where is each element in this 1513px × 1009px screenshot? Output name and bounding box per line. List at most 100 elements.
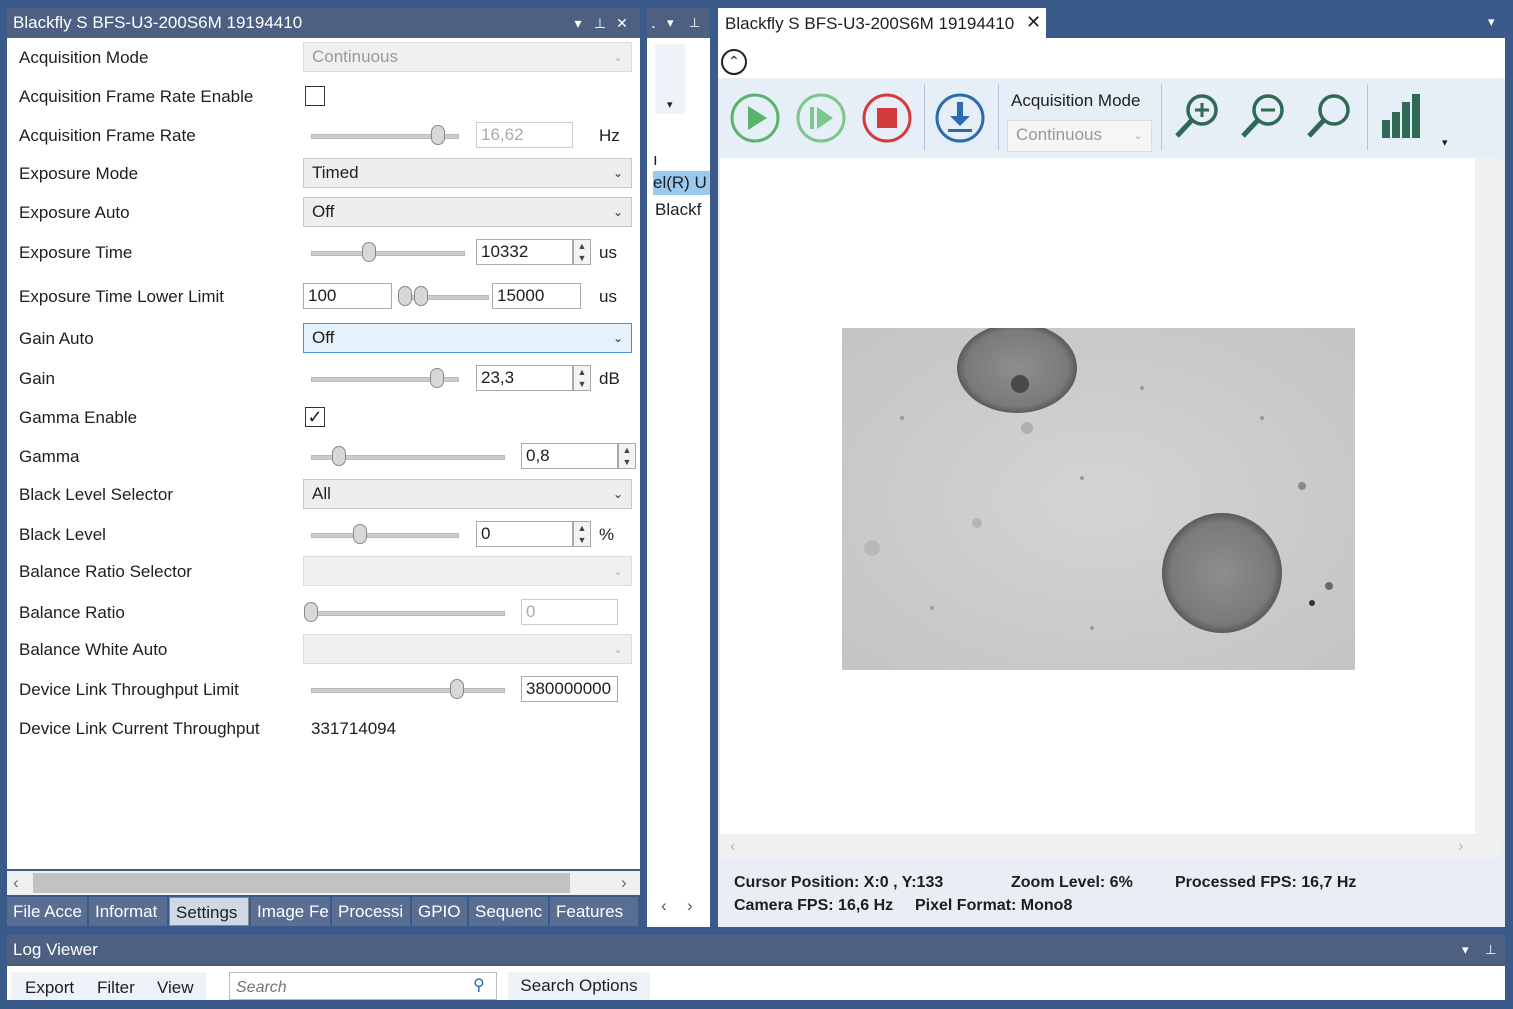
acq-frame-rate-enable-checkbox[interactable]: [305, 86, 325, 106]
gain-slider-thumb[interactable]: [430, 368, 444, 388]
close-icon[interactable]: ✕: [611, 8, 633, 38]
link-limit-slider-thumb[interactable]: [450, 679, 464, 699]
tab-features[interactable]: Features: [550, 897, 638, 926]
tree-item[interactable]: Blackf: [655, 200, 701, 220]
black-level-selector-select[interactable]: All ⌄: [303, 479, 632, 509]
exposure-mode-label: Exposure Mode: [19, 164, 139, 183]
menu-export[interactable]: Export: [25, 978, 74, 998]
document-tab-strip: Blackfly S BFS-U3-200S6M 19194410 ✕ ▾: [718, 8, 1513, 38]
pin-icon[interactable]: ⊥: [689, 8, 700, 38]
tab-processing[interactable]: Processi: [332, 897, 410, 926]
tab-list-dropdown-icon[interactable]: ▾: [1488, 14, 1495, 30]
dropdown-icon[interactable]: ▾: [667, 8, 674, 38]
scroll-left-icon[interactable]: ‹: [661, 896, 667, 916]
mid-panel-title: .: [651, 13, 656, 32]
exposure-lower-min-input[interactable]: 100: [303, 283, 392, 309]
gamma-enable-checkbox[interactable]: ✓: [305, 407, 325, 427]
tab-settings[interactable]: Settings: [169, 897, 249, 926]
black-level-slider-thumb[interactable]: [353, 524, 367, 544]
row-acquisition-mode: Acquisition Mode Continuous ⌄: [7, 42, 640, 74]
single-frame-icon[interactable]: [795, 92, 847, 144]
gain-auto-label: Gain Auto: [19, 329, 94, 348]
balance-ratio-slider-thumb[interactable]: [304, 602, 318, 622]
tab-sequencer[interactable]: Sequenc: [469, 897, 548, 926]
document-tab-title: Blackfly S BFS-U3-200S6M 19194410: [725, 14, 1015, 33]
exposure-time-slider-thumb[interactable]: [362, 242, 376, 262]
search-icon[interactable]: ⚲: [473, 975, 485, 995]
link-limit-slider-track[interactable]: [311, 688, 505, 693]
row-exposure-lower-limit: Exposure Time Lower Limit 100 15000 us: [7, 283, 640, 309]
overflow-icon[interactable]: ▾: [667, 98, 673, 111]
gain-spinner[interactable]: ▲ ▼: [573, 365, 591, 391]
balance-ratio-input[interactable]: 0: [521, 599, 618, 625]
black-level-input[interactable]: 0: [476, 521, 573, 547]
pin-icon[interactable]: ⊥: [1485, 935, 1496, 965]
scrollbar-thumb[interactable]: [33, 873, 570, 893]
toolbar-divider: [1161, 84, 1162, 150]
acquisition-mode-select[interactable]: Continuous ⌄: [303, 42, 632, 72]
gain-unit: dB: [599, 369, 620, 388]
balance-white-auto-select[interactable]: ⌄: [303, 634, 632, 664]
zoom-fit-icon[interactable]: [1304, 90, 1356, 142]
menu-view[interactable]: View: [157, 978, 194, 998]
zoom-in-icon[interactable]: [1172, 90, 1224, 142]
save-image-icon[interactable]: [934, 92, 986, 144]
log-search-input[interactable]: [234, 975, 468, 1001]
black-level-spinner[interactable]: ▲ ▼: [573, 521, 591, 547]
balance-ratio-selector-select[interactable]: ⌄: [303, 556, 632, 586]
collapse-up-icon[interactable]: ⌃: [721, 49, 747, 75]
gain-input[interactable]: 23,3: [476, 365, 573, 391]
row-device-link-current-throughput: Device Link Current Throughput 331714094: [7, 715, 640, 741]
scroll-left-icon[interactable]: ‹: [13, 873, 19, 893]
exposure-auto-select[interactable]: Off ⌄: [303, 197, 632, 227]
search-options-button[interactable]: Search Options: [508, 972, 650, 1000]
close-icon[interactable]: ✕: [1026, 12, 1041, 33]
balance-ratio-slider-track[interactable]: [311, 611, 505, 616]
gain-auto-select[interactable]: Off ⌄: [303, 323, 632, 353]
gamma-spinner[interactable]: ▲ ▼: [618, 443, 636, 469]
menu-filter[interactable]: Filter: [97, 978, 135, 998]
chevron-down-icon: ⌄: [612, 564, 623, 578]
acq-frame-rate-slider-thumb[interactable]: [431, 125, 445, 145]
exposure-auto-value: Off: [312, 202, 335, 221]
play-icon[interactable]: [729, 92, 781, 144]
exposure-time-slider-track[interactable]: [311, 251, 465, 256]
zoom-out-icon[interactable]: [1238, 90, 1290, 142]
row-gamma: Gamma 0,8 ▲ ▼: [7, 443, 640, 469]
exposure-range-high-thumb[interactable]: [414, 286, 428, 306]
log-viewer-titlebar: Log Viewer ▾ ⊥: [7, 935, 1505, 965]
scroll-right-icon[interactable]: ›: [1458, 836, 1464, 856]
histogram-icon[interactable]: [1378, 90, 1430, 142]
exposure-lower-max-input[interactable]: 15000: [492, 283, 581, 309]
gamma-input[interactable]: 0,8: [521, 443, 618, 469]
exposure-time-input[interactable]: 10332: [476, 239, 573, 265]
acquisition-mode-select[interactable]: Continuous ⌄: [1007, 120, 1152, 152]
log-viewer-title: Log Viewer: [13, 940, 98, 959]
scroll-right-icon[interactable]: ›: [687, 896, 693, 916]
exposure-range-low-thumb[interactable]: [398, 286, 412, 306]
horizontal-scrollbar[interactable]: ‹ ›: [720, 836, 1501, 858]
scroll-left-icon[interactable]: ‹: [730, 836, 736, 856]
dropdown-icon[interactable]: ▾: [567, 8, 589, 38]
toolbar-overflow-icon[interactable]: ▾: [1442, 136, 1448, 149]
image-viewport[interactable]: [720, 158, 1503, 834]
tab-file-access[interactable]: File Acce: [7, 897, 87, 926]
tab-information[interactable]: Informat: [89, 897, 167, 926]
exposure-mode-select[interactable]: Timed ⌄: [303, 158, 632, 188]
black-level-slider-track[interactable]: [311, 533, 459, 538]
tab-gpio[interactable]: GPIO: [412, 897, 467, 926]
horizontal-scrollbar[interactable]: ‹ ›: [7, 871, 640, 895]
gamma-slider-thumb[interactable]: [332, 446, 346, 466]
tab-image-format[interactable]: Image Fe: [251, 897, 330, 926]
scroll-right-icon[interactable]: ›: [621, 873, 627, 893]
exposure-auto-label: Exposure Auto: [19, 203, 130, 222]
stop-icon[interactable]: [861, 92, 913, 144]
acq-frame-rate-input[interactable]: 16,62: [476, 122, 573, 148]
link-limit-input[interactable]: 380000000: [521, 676, 618, 702]
exposure-time-spinner[interactable]: ▲ ▼: [573, 239, 591, 265]
document-tab[interactable]: Blackfly S BFS-U3-200S6M 19194410 ✕: [718, 8, 1046, 38]
tree-item-selected[interactable]: el(R) U: [653, 171, 710, 195]
vertical-scrollbar[interactable]: [1475, 158, 1503, 834]
dropdown-icon[interactable]: ▾: [1462, 935, 1469, 965]
pin-icon[interactable]: ⊥: [589, 8, 611, 38]
